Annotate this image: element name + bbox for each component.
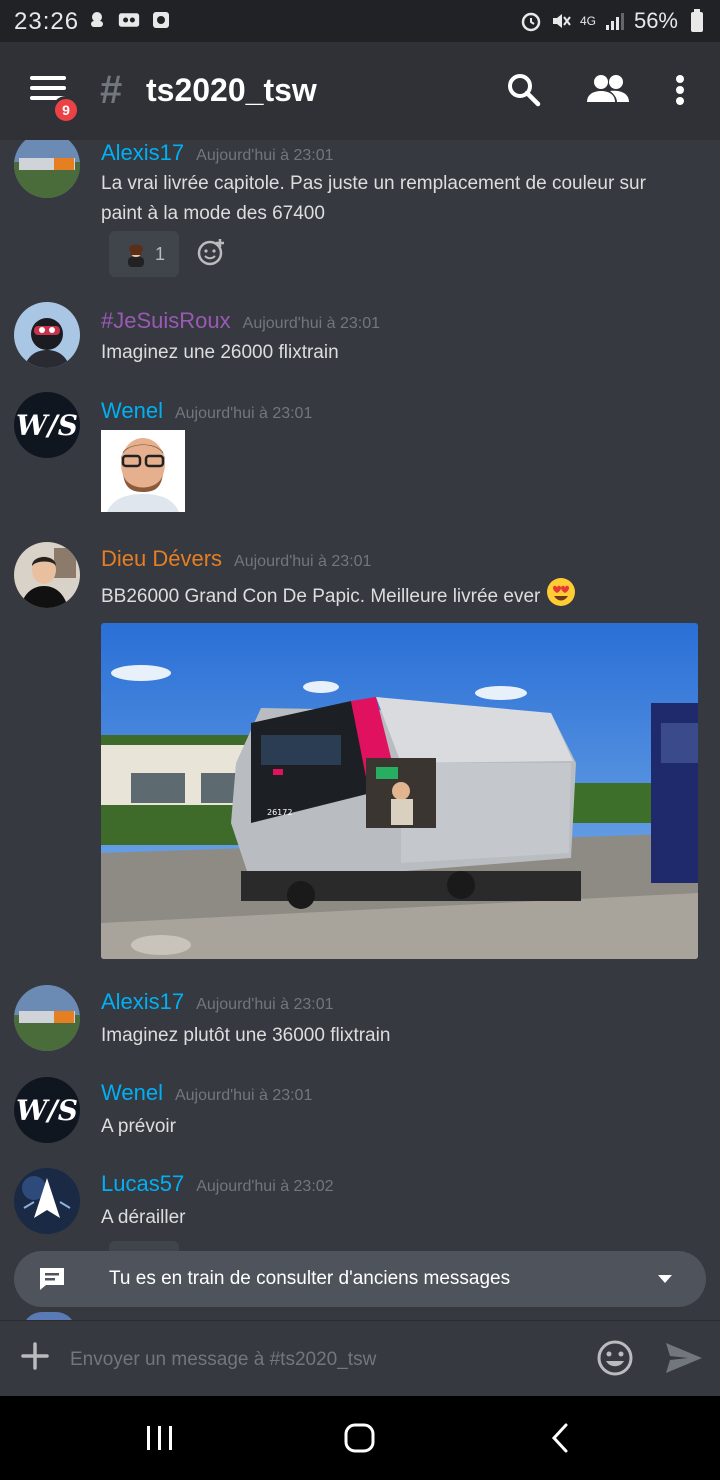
add-reaction-icon — [197, 239, 224, 266]
banner-text: Tu es en train de consulter d'anciens me… — [109, 1268, 511, 1289]
back-chevron-icon — [551, 1423, 568, 1453]
search-icon — [508, 74, 541, 107]
message-text: BB26000 Grand Con De Papic. Meilleure li… — [101, 577, 691, 617]
message-input[interactable]: Envoyer un message à #ts2020_tsw — [70, 1349, 376, 1371]
message-author[interactable]: Alexis17 Aujourd'hui à 23:01 — [101, 989, 334, 1015]
system-navigation-bar — [0, 1396, 720, 1480]
avatar[interactable] — [14, 140, 80, 198]
message-icon — [40, 1268, 64, 1290]
reaction-chip[interactable]: 1 — [109, 231, 179, 277]
heart-eyes-emoji-icon — [546, 577, 576, 617]
avatar[interactable] — [14, 542, 80, 608]
message-text: Imaginez une 26000 flixtrain — [101, 342, 339, 363]
author-name[interactable]: Lucas57 — [101, 1171, 184, 1196]
avatar[interactable]: W/S — [14, 392, 80, 458]
message-timestamp: Aujourd'hui à 23:02 — [196, 1178, 334, 1195]
author-name[interactable]: Wenel — [101, 1080, 163, 1105]
message-author[interactable]: Wenel Aujourd'hui à 23:01 — [101, 1080, 312, 1106]
search-button[interactable] — [504, 70, 544, 110]
message-author[interactable]: Dieu Dévers Aujourd'hui à 23:01 — [101, 546, 371, 572]
channel-hash-icon: # — [100, 68, 123, 112]
message-composer: Envoyer un message à #ts2020_tsw — [0, 1320, 720, 1396]
send-icon — [666, 1343, 702, 1373]
reaction-emoji-icon — [127, 244, 144, 267]
message-timestamp: Aujourd'hui à 23:01 — [196, 996, 334, 1013]
status-time: 23:26 — [14, 8, 80, 35]
old-messages-banner[interactable]: Tu es en train de consulter d'anciens me… — [14, 1251, 706, 1307]
avatar[interactable] — [14, 985, 80, 1051]
channel-header: 9 # ts2020_tsw — [0, 42, 720, 140]
attachment-image[interactable]: 26172 — [101, 623, 698, 959]
channel-name: ts2020_tsw — [146, 72, 317, 108]
message-list[interactable]: Alexis17 Aujourd'hui à 23:01 La vrai livr… — [0, 140, 720, 1320]
app-notification-icon — [86, 9, 108, 31]
media-notification-icon — [150, 9, 172, 31]
message-author[interactable]: Alexis17 Aujourd'hui à 23:01 — [101, 140, 334, 166]
emoji-icon — [597, 1340, 633, 1376]
send-button[interactable] — [664, 1340, 704, 1376]
message-text: La vrai livrée capitole. Pas juste un re… — [101, 173, 646, 224]
add-reaction-button[interactable] — [196, 237, 226, 267]
home-icon — [344, 1423, 375, 1453]
message-timestamp: Aujourd'hui à 23:01 — [234, 553, 372, 570]
attach-button[interactable] — [20, 1341, 50, 1371]
mute-icon — [550, 10, 572, 32]
message-timestamp: Aujourd'hui à 23:01 — [242, 315, 381, 332]
avatar[interactable] — [14, 302, 80, 368]
kebab-menu-icon — [676, 75, 684, 105]
message-text: Imaginez plutôt une 36000 flixtrain — [101, 1025, 391, 1046]
recent-apps-button[interactable] — [140, 1422, 180, 1454]
signal-icon — [604, 10, 626, 32]
members-icon — [587, 75, 629, 102]
message-author[interactable]: Lucas57 Aujourd'hui à 23:02 — [101, 1171, 334, 1197]
message-text: A prévoir — [101, 1116, 176, 1137]
message-timestamp: Aujourd'hui à 23:01 — [174, 405, 313, 422]
avatar[interactable] — [14, 1168, 80, 1234]
reaction-count: 1 — [154, 243, 165, 264]
battery-icon — [686, 9, 708, 32]
battery-percent: 56% — [633, 8, 678, 33]
avatar[interactable]: W/S — [14, 1077, 80, 1143]
message-text: A dérailler — [101, 1207, 186, 1228]
plus-icon — [21, 1342, 49, 1370]
message-timestamp: Aujourd'hui à 23:01 — [196, 147, 334, 164]
author-name[interactable]: Wenel — [101, 398, 163, 423]
notification-badge: 9 — [52, 96, 80, 124]
author-name[interactable]: Alexis17 — [101, 140, 184, 165]
chevron-down-icon[interactable] — [658, 1275, 672, 1283]
author-name[interactable]: #JeSuisRoux — [101, 308, 231, 333]
locomotive-number: 26172 — [267, 808, 292, 817]
network-type: 4G — [579, 14, 596, 28]
recent-apps-icon — [147, 1426, 172, 1450]
message-timestamp: Aujourd'hui à 23:01 — [174, 1087, 313, 1104]
avatar-partial — [22, 1312, 76, 1320]
more-options-button[interactable] — [664, 70, 694, 110]
alarm-icon — [520, 10, 542, 32]
sticker-image[interactable] — [101, 430, 185, 512]
home-button[interactable] — [340, 1422, 380, 1454]
status-right: 4G 56% — [520, 8, 708, 34]
status-bar: 23:26 4G 56% — [0, 0, 720, 42]
voicemail-icon — [118, 9, 140, 31]
back-button[interactable] — [542, 1422, 582, 1454]
message-author[interactable]: #JeSuisRoux Aujourd'hui à 23:01 — [101, 308, 380, 334]
message-text-body: BB26000 Grand Con De Papic. Meilleure li… — [101, 586, 541, 608]
message-author[interactable]: Wenel Aujourd'hui à 23:01 — [101, 398, 312, 424]
emoji-button[interactable] — [596, 1339, 634, 1377]
author-name[interactable]: Alexis17 — [101, 989, 184, 1014]
members-button[interactable] — [586, 70, 630, 110]
author-name[interactable]: Dieu Dévers — [101, 546, 222, 571]
status-notification-icons — [86, 9, 172, 31]
